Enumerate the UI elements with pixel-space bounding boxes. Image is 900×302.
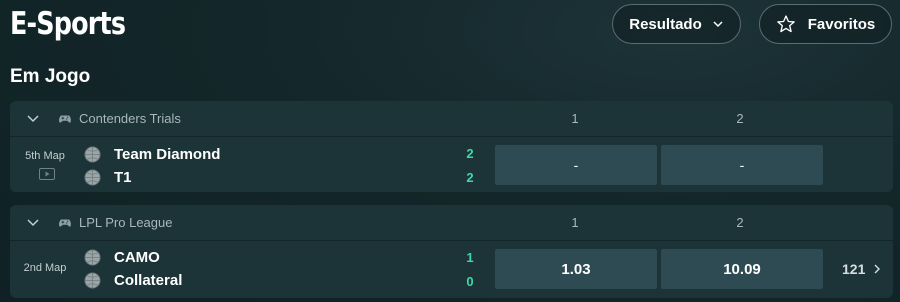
odd-button-1[interactable]: 1.03	[495, 249, 657, 289]
league-header[interactable]: Contenders Trials 1 2	[10, 101, 893, 137]
result-dropdown[interactable]: Resultado	[612, 4, 741, 44]
chevron-down-icon[interactable]	[27, 114, 39, 124]
odd-button-2[interactable]: -	[661, 145, 823, 185]
league-header[interactable]: LPL Pro League 1 2	[10, 205, 893, 241]
team-name: Collateral	[114, 271, 183, 289]
chevron-down-icon[interactable]	[27, 218, 39, 228]
gamepad-icon	[59, 115, 71, 123]
team-name: T1	[114, 168, 132, 186]
team-row: CAMO	[84, 248, 160, 266]
page-title: E-Sports	[10, 6, 126, 42]
team-score: 2	[466, 170, 474, 185]
column-header-1: 1	[571, 111, 579, 126]
play-icon[interactable]	[39, 168, 55, 180]
favorites-label: Favoritos	[807, 15, 876, 33]
ball-icon	[84, 168, 101, 186]
event-card: Contenders Trials 1 2 5th Map Team Diamo…	[10, 101, 893, 192]
section-title: Em Jogo	[10, 66, 91, 87]
map-label: 2nd Map	[23, 262, 67, 274]
column-header-2: 2	[736, 111, 744, 126]
chevron-right-icon	[874, 264, 881, 274]
result-dropdown-label: Resultado	[629, 15, 702, 33]
more-markets-count: 121	[842, 261, 866, 277]
odd-button-2[interactable]: 10.09	[661, 249, 823, 289]
more-markets-link[interactable]: 121	[842, 261, 881, 277]
star-icon	[776, 15, 795, 33]
gamepad-icon	[59, 219, 71, 227]
team-row: Collateral	[84, 271, 182, 289]
column-header-2: 2	[736, 215, 744, 230]
team-name: Team Diamond	[114, 145, 221, 163]
league-name: Contenders Trials	[79, 111, 181, 126]
team-score: 0	[466, 274, 474, 289]
league-name: LPL Pro League	[79, 215, 173, 230]
team-score: 1	[466, 250, 474, 265]
team-score: 2	[466, 146, 474, 161]
team-row: T1	[84, 168, 132, 186]
team-row: Team Diamond	[84, 145, 220, 163]
odd-button-1[interactable]: -	[495, 145, 657, 185]
ball-icon	[84, 248, 101, 266]
ball-icon	[84, 271, 101, 289]
chevron-down-icon	[713, 21, 723, 28]
team-name: CAMO	[114, 248, 160, 266]
map-label: 5th Map	[25, 150, 65, 162]
column-header-1: 1	[571, 215, 579, 230]
event-card: LPL Pro League 1 2 2nd Map CAMO Collater…	[10, 205, 893, 298]
ball-icon	[84, 145, 101, 163]
favorites-button[interactable]: Favoritos	[759, 4, 892, 44]
